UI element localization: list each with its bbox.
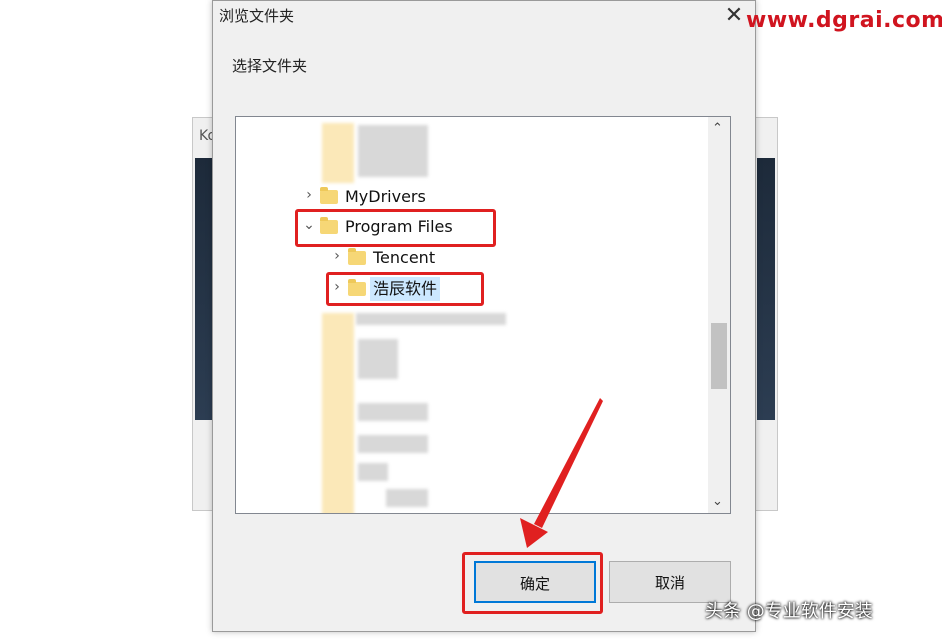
tree-row-label: Tencent <box>373 248 436 267</box>
folder-icon <box>348 248 366 265</box>
highlight-program-files <box>295 209 496 247</box>
obscured-label <box>358 435 428 453</box>
obscured-folder <box>322 123 354 183</box>
obscured-label <box>358 403 428 421</box>
scroll-up-icon[interactable]: ⌃ <box>712 121 723 136</box>
watermark-text: www.dgrai.com <box>746 8 942 33</box>
footer-credit: 头条 @专业软件安装 <box>705 601 873 622</box>
scrollbar-thumb[interactable] <box>711 323 727 389</box>
chevron-right-icon[interactable]: › <box>330 248 344 264</box>
highlight-ok-button <box>462 552 603 614</box>
scroll-down-icon[interactable]: ⌄ <box>712 494 723 509</box>
obscured-label <box>358 125 428 177</box>
vertical-scrollbar[interactable]: ⌃ ⌄ <box>708 117 730 513</box>
obscured-label <box>358 339 398 379</box>
obscured-row <box>356 313 506 325</box>
chevron-right-icon[interactable]: › <box>302 187 316 203</box>
folder-tree[interactable]: › MyDrivers ⌄ Program Files › Tencent › … <box>235 116 731 514</box>
folder-icon <box>320 187 338 204</box>
tree-row-tencent[interactable]: › Tencent <box>330 246 530 272</box>
dialog-description: 选择文件夹 <box>232 57 308 75</box>
dialog-title: 浏览文件夹 <box>219 7 295 25</box>
close-icon[interactable]: ✕ <box>721 3 747 28</box>
background-image-left <box>195 158 213 420</box>
background-image-right <box>757 158 775 420</box>
tree-row-mydrivers[interactable]: › MyDrivers <box>302 185 502 211</box>
browse-folder-dialog: 浏览文件夹 ✕ 选择文件夹 › MyDrivers ⌄ Program File… <box>212 0 756 632</box>
highlight-haochen <box>326 272 484 306</box>
obscured-folder <box>322 313 354 513</box>
obscured-label <box>358 463 388 481</box>
obscured-label <box>386 489 428 507</box>
tree-row-label: MyDrivers <box>345 187 426 206</box>
